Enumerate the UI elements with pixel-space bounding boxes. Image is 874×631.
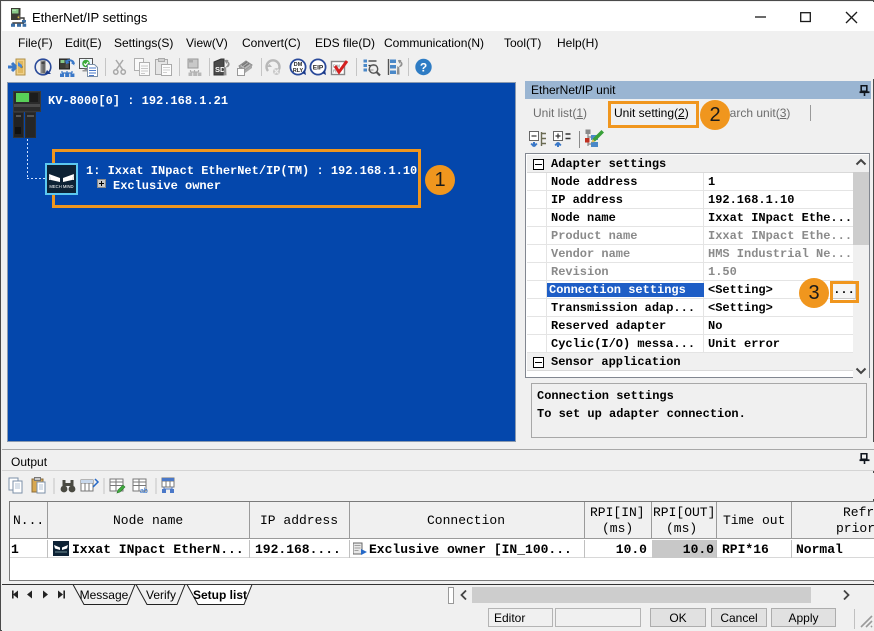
svg-text:MECH MIND: MECH MIND (49, 184, 73, 189)
svg-text:Verify: Verify (146, 588, 176, 602)
svg-text:RLY: RLY (293, 68, 304, 74)
svg-text:EIP: EIP (313, 65, 324, 72)
svg-text:?: ? (420, 61, 427, 75)
svg-text:Message: Message (80, 588, 129, 602)
svg-text:Setup list: Setup list (193, 588, 247, 602)
svg-text:ab: ab (140, 488, 148, 495)
